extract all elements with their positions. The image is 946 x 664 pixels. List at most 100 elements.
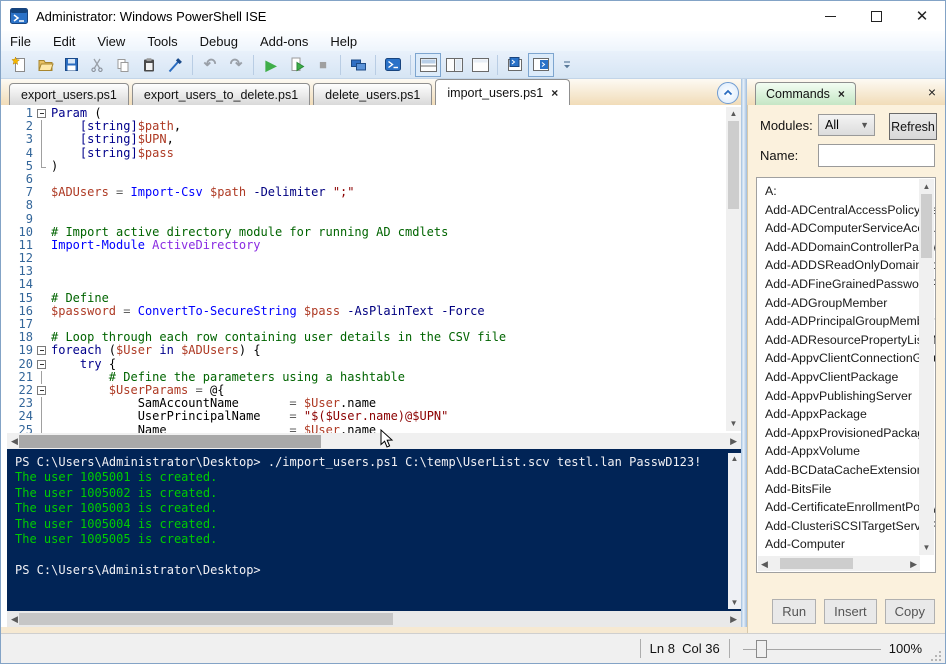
stop-operation-button[interactable]: ■: [310, 53, 336, 77]
scroll-right-icon[interactable]: ▶: [730, 436, 737, 446]
command-list-item[interactable]: Add-AppvClientPackage: [757, 368, 935, 387]
command-list-item[interactable]: Add-AppxPackage: [757, 405, 935, 424]
menu-view[interactable]: View: [97, 34, 125, 49]
minimize-button[interactable]: [807, 1, 853, 31]
command-list-item[interactable]: Add-AppxVolume: [757, 442, 935, 461]
scroll-left-icon[interactable]: ◀: [11, 614, 18, 624]
scroll-right-icon[interactable]: ▶: [910, 559, 917, 569]
command-group-header[interactable]: A:: [757, 182, 935, 201]
command-list-item[interactable]: Add-ADDomainControllerPassw: [757, 238, 935, 257]
scroll-down-icon[interactable]: ▼: [728, 599, 741, 607]
refresh-button[interactable]: Refresh: [889, 113, 937, 140]
modules-dropdown[interactable]: All ▼: [818, 114, 875, 136]
command-list-item[interactable]: Add-Computer: [757, 535, 935, 554]
run-selection-button[interactable]: [284, 53, 310, 77]
fold-collapse-icon[interactable]: [33, 107, 51, 120]
tab-commands[interactable]: Commands ×: [755, 82, 856, 105]
clear-console-button[interactable]: [162, 53, 188, 77]
console-hscroll-thumb[interactable]: [19, 613, 393, 625]
scroll-up-icon[interactable]: ▲: [726, 110, 741, 118]
fold-collapse-icon[interactable]: [33, 358, 51, 371]
show-script-pane-maximized-button[interactable]: [467, 53, 493, 77]
menu-help[interactable]: Help: [330, 34, 357, 49]
start-powershell-button[interactable]: [380, 53, 406, 77]
command-list-item[interactable]: Add-ADCentralAccessPolicyMem: [757, 201, 935, 220]
show-script-pane-right-button[interactable]: [441, 53, 467, 77]
cut-button[interactable]: [84, 53, 110, 77]
editor-horizontal-scrollbar[interactable]: ◀ ▶: [7, 433, 741, 450]
commands-list-hscrollbar[interactable]: ◀ ▶: [758, 556, 920, 571]
command-list-item[interactable]: Add-ADResourcePropertyListMe: [757, 331, 935, 350]
menu-tools[interactable]: Tools: [147, 34, 177, 49]
script-tab-export_users.ps1[interactable]: export_users.ps1: [9, 83, 129, 105]
show-script-pane-toggle-button[interactable]: [528, 52, 554, 77]
resize-grip[interactable]: [930, 650, 943, 663]
script-tab-export_users_to_delete.ps1[interactable]: export_users_to_delete.ps1: [131, 83, 311, 105]
console-pane[interactable]: PS C:\Users\Administrator\Desktop> ./imp…: [7, 449, 743, 611]
commands-tab-close-icon[interactable]: ×: [838, 87, 845, 101]
fold-collapse-icon[interactable]: [33, 344, 51, 357]
paste-button[interactable]: [136, 53, 162, 77]
code-line-14[interactable]: 14: [7, 278, 725, 291]
script-tab-import_users.ps1[interactable]: import_users.ps1 ×: [435, 79, 571, 105]
name-input[interactable]: [818, 144, 935, 167]
scroll-up-icon[interactable]: ▲: [728, 455, 741, 463]
command-list-item[interactable]: Add-ADFineGrainedPasswordPo: [757, 275, 935, 294]
close-button[interactable]: ✕: [899, 1, 945, 31]
editor-vertical-scrollbar[interactable]: ▲ ▼: [726, 107, 741, 431]
code-line-5[interactable]: 5): [7, 159, 725, 173]
tab-close-icon[interactable]: ×: [551, 86, 558, 100]
scroll-down-icon[interactable]: ▼: [919, 543, 934, 552]
toolbar-overflow-button[interactable]: [554, 53, 580, 77]
list-vscroll-thumb[interactable]: [921, 194, 932, 258]
open-script-button[interactable]: [32, 53, 58, 77]
insert-button[interactable]: Insert: [824, 599, 877, 624]
save-script-button[interactable]: [58, 53, 84, 77]
maximize-button[interactable]: [853, 1, 899, 31]
run-script-button[interactable]: ▶: [258, 53, 284, 77]
code-line-11[interactable]: 11 Import-Module ActiveDirectory: [7, 238, 725, 252]
command-list-item[interactable]: Add-ADPrincipalGroupMember: [757, 312, 935, 331]
new-powershell-tab-button[interactable]: [502, 53, 528, 77]
script-editor[interactable]: 1 Param (2 [string]$path, 3 [string]$UPN, 4…: [7, 107, 725, 433]
code-line-25[interactable]: 25 Name = $User.name: [7, 423, 725, 433]
commands-pane-close-button[interactable]: ×: [923, 83, 941, 101]
redo-button[interactable]: ↷: [223, 53, 249, 77]
fold-collapse-icon[interactable]: [33, 384, 51, 397]
code-line-12[interactable]: 12: [7, 251, 725, 265]
new-remote-powershell-tab-button[interactable]: [345, 53, 371, 77]
commands-list-vscrollbar[interactable]: ▲ ▼: [919, 179, 934, 555]
console-horizontal-scrollbar[interactable]: ◀ ▶: [7, 611, 741, 627]
code-line-7[interactable]: 7 $ADUsers = Import-Csv $path -Delimiter …: [7, 185, 725, 199]
copy-button[interactable]: [110, 53, 136, 77]
command-list-item[interactable]: Add-ADDSReadOnlyDomainCon: [757, 256, 935, 275]
scroll-up-icon[interactable]: ▲: [919, 182, 934, 191]
new-script-button[interactable]: [6, 53, 32, 77]
collapse-toolbar-button[interactable]: [717, 82, 739, 104]
scroll-left-icon[interactable]: ◀: [11, 436, 18, 446]
editor-hscroll-thumb[interactable]: [19, 435, 321, 448]
code-line-8[interactable]: 8: [7, 199, 725, 212]
code-line-13[interactable]: 13: [7, 265, 725, 278]
command-list-item[interactable]: Add-CertificateEnrollmentPolicy: [757, 498, 935, 517]
scroll-left-icon[interactable]: ◀: [761, 559, 768, 569]
editor-vscroll-thumb[interactable]: [728, 121, 739, 209]
command-list-item[interactable]: Add-BitsFile: [757, 480, 935, 499]
menu-add-ons[interactable]: Add-ons: [260, 34, 308, 49]
zoom-slider-thumb[interactable]: [755, 639, 767, 658]
command-list-item[interactable]: Add-AppvPublishingServer: [757, 387, 935, 406]
command-list-item[interactable]: Add-BCDataCacheExtension: [757, 461, 935, 480]
copy-button-pane[interactable]: Copy: [884, 599, 935, 624]
script-tab-delete_users.ps1[interactable]: delete_users.ps1: [313, 83, 433, 105]
console-vertical-scrollbar[interactable]: ▲ ▼: [728, 453, 741, 609]
menu-edit[interactable]: Edit: [53, 34, 75, 49]
command-list-item[interactable]: Add-AppvClientConnectionGrou: [757, 349, 935, 368]
command-list-item[interactable]: Add-ADGroupMember: [757, 294, 935, 313]
code-line-16[interactable]: 16 $password = ConvertTo-SecureString $pa…: [7, 304, 725, 318]
scroll-down-icon[interactable]: ▼: [726, 420, 741, 428]
command-list-item[interactable]: Add-ADComputerServiceAccoun: [757, 219, 935, 238]
scroll-right-icon[interactable]: ▶: [730, 614, 737, 624]
code-line-4[interactable]: 4 [string]$pass: [7, 146, 725, 160]
list-hscroll-thumb[interactable]: [780, 558, 853, 569]
command-list-item[interactable]: Add-ClusteriSCSITargetServerRo: [757, 517, 935, 536]
